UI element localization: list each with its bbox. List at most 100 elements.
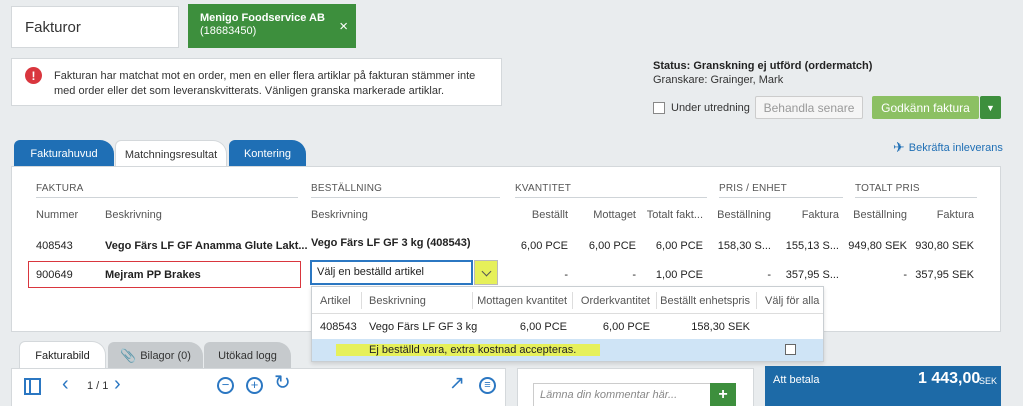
dolly-icon: ✈ xyxy=(893,139,905,155)
col-beskrivning: Beskrivning xyxy=(105,209,162,221)
alert-box: ! Fakturan har matchat mot en order, men… xyxy=(11,58,502,106)
confirm-delivery-link[interactable]: ✈ Bekräfta inleverans xyxy=(893,139,1003,156)
dd-col-valj: Välj för alla xyxy=(765,295,820,307)
order-article-select-value: Välj en beställd artikel xyxy=(317,266,425,278)
tab-bilagor[interactable]: 📎 Bilagor (0) xyxy=(108,342,203,369)
extra-cost-option[interactable]: Ej beställd vara, extra kostnad accepter… xyxy=(312,339,823,361)
group-bestallning: BESTÄLLNING xyxy=(311,183,383,194)
dd-col-divider xyxy=(756,292,757,309)
dd-col-order: Orderkvantitet xyxy=(580,295,650,307)
row-nummer: 900649 xyxy=(36,269,73,281)
under-investigation-label[interactable]: Under utredning xyxy=(671,102,750,114)
group-divider-5 xyxy=(855,197,977,198)
alert-line-1: Fakturan har matchat mot en order, men e… xyxy=(54,70,476,82)
group-pris: PRIS / ENHET xyxy=(719,183,787,194)
dd-pris: 158,30 SEK xyxy=(691,321,750,333)
dd-col-divider xyxy=(361,292,362,309)
row-mottaget: - xyxy=(632,269,636,281)
rotate-icon[interactable]: ↻ xyxy=(274,373,291,393)
sidebar-toggle-icon[interactable] xyxy=(24,378,41,395)
tab-fakturahuvud-label: Fakturahuvud xyxy=(30,147,98,160)
tab-utokad-logg[interactable]: Utökad logg xyxy=(204,342,291,369)
tab-fakturabild[interactable]: Fakturabild xyxy=(19,341,106,370)
col-totalt-fakt: Totalt fakt... xyxy=(646,209,703,221)
row-totalt-fakt: 6,00 PCE xyxy=(655,240,703,252)
paperclip-icon: 📎 xyxy=(120,347,137,363)
tab-fakturahuvud[interactable]: Fakturahuvud xyxy=(14,140,114,167)
comment-panel: Lämna din kommentar här... + xyxy=(517,368,754,406)
dd-col-beskrivning: Beskrivning xyxy=(369,295,426,307)
sidebar-toggle-divider xyxy=(29,380,31,394)
page-indicator: 1 / 1 xyxy=(87,380,109,392)
row-nummer: 408543 xyxy=(36,240,73,252)
group-faktura: FAKTURA xyxy=(36,183,84,194)
tab-kontering-label: Kontering xyxy=(243,147,292,160)
handle-later-label: Behandla senare xyxy=(763,100,855,115)
zoom-out-icon[interactable]: − xyxy=(217,377,234,394)
confirm-delivery-label: Bekräfta inleverans xyxy=(908,141,1003,154)
tab-kontering[interactable]: Kontering xyxy=(229,140,306,167)
dd-col-mottagen: Mottagen kvantitet xyxy=(477,295,567,307)
group-totalt: TOTALT PRIS xyxy=(855,183,920,194)
tab-fakturabild-label: Fakturabild xyxy=(35,350,90,362)
col-tot-bestallning: Beställning xyxy=(853,209,907,221)
chevron-down-icon: ▼ xyxy=(986,102,995,113)
supplier-id: (18683450) xyxy=(200,25,257,37)
row-bestallt: 6,00 PCE xyxy=(520,240,568,252)
zoom-in-icon[interactable]: + xyxy=(246,377,263,394)
plus-icon: + xyxy=(718,386,728,403)
row-order: Vego Färs LF GF 3 kg (408543) xyxy=(311,237,471,249)
dd-mottagen: 6,00 PCE xyxy=(519,321,567,333)
group-divider-1 xyxy=(36,197,298,198)
tab-matchningsresultat-label: Matchningsresultat xyxy=(124,148,218,161)
comment-input[interactable]: Lämna din kommentar här... xyxy=(533,383,711,406)
extra-cost-checkbox[interactable] xyxy=(785,344,796,355)
close-icon[interactable]: × xyxy=(339,18,348,35)
approve-invoice-button[interactable]: Godkänn faktura xyxy=(872,96,979,119)
col-order-beskrivning: Beskrivning xyxy=(311,209,368,221)
comment-placeholder: Lämna din kommentar här... xyxy=(540,389,678,401)
dd-artikel: 408543 xyxy=(320,321,357,333)
col-mottaget: Mottaget xyxy=(593,209,636,221)
chevron-left-icon[interactable]: ‹ xyxy=(62,374,69,394)
open-external-icon[interactable]: ↗ xyxy=(449,374,465,393)
col-bestallt: Beställt xyxy=(531,209,568,221)
pay-label: Att betala xyxy=(773,374,820,386)
row-pris-faktura: 155,13 S... xyxy=(785,240,839,252)
col-pris-bestallning: Beställning xyxy=(717,209,771,221)
row-pris-faktura: 357,95 S... xyxy=(785,269,839,281)
supplier-name: Menigo Foodservice AB xyxy=(200,12,325,24)
tab-matchningsresultat[interactable]: Matchningsresultat xyxy=(115,140,227,168)
status-title: Status: Granskning ej utförd (ordermatch… xyxy=(653,60,873,72)
supplier-tab[interactable]: Menigo Foodservice AB (18683450) × xyxy=(188,4,356,48)
pay-panel: Att betala 1 443,00 SEK xyxy=(765,366,1001,406)
row-mottaget: 6,00 PCE xyxy=(588,240,636,252)
row-totalt-fakt: 1,00 PCE xyxy=(655,269,703,281)
dropdown-header: Artikel Beskrivning Mottagen kvantitet O… xyxy=(312,287,823,314)
dd-beskrivning: Vego Färs LF GF 3 kg xyxy=(369,321,478,333)
approve-dropdown-button[interactable]: ▼ xyxy=(980,96,1001,119)
row-bestallt: - xyxy=(564,269,568,281)
extra-cost-label: Ej beställd vara, extra kostnad accepter… xyxy=(369,344,577,356)
chevron-down-icon xyxy=(481,266,491,276)
pay-amount: 1 443,00 xyxy=(918,370,981,387)
order-article-select[interactable]: Välj en beställd artikel xyxy=(310,260,473,285)
tab-bilagor-label: Bilagor (0) xyxy=(140,349,191,362)
dd-col-pris: Beställt enhetspris xyxy=(660,295,750,307)
order-article-dropdown-toggle[interactable] xyxy=(474,260,498,285)
chevron-right-icon[interactable]: › xyxy=(114,374,121,394)
pay-currency: SEK xyxy=(979,376,998,386)
row-tot-faktura: 357,95 SEK xyxy=(915,269,974,281)
dropdown-option[interactable]: 408543 Vego Färs LF GF 3 kg 6,00 PCE 6,0… xyxy=(312,314,823,339)
viewer-toolbar: ‹ 1 / 1 › − + ↻ ↗ ≡ xyxy=(11,368,506,406)
row-pris-bestallning: - xyxy=(767,269,771,281)
col-pris-faktura: Faktura xyxy=(801,209,839,221)
row-tot-bestallning: - xyxy=(903,269,907,281)
add-comment-button[interactable]: + xyxy=(710,383,736,406)
handle-later-button[interactable]: Behandla senare xyxy=(755,96,863,119)
under-investigation-checkbox[interactable] xyxy=(653,102,665,114)
menu-icon[interactable]: ≡ xyxy=(479,377,496,394)
group-divider-2 xyxy=(311,197,500,198)
approve-label: Godkänn faktura xyxy=(881,100,970,115)
dd-col-divider xyxy=(572,292,573,309)
